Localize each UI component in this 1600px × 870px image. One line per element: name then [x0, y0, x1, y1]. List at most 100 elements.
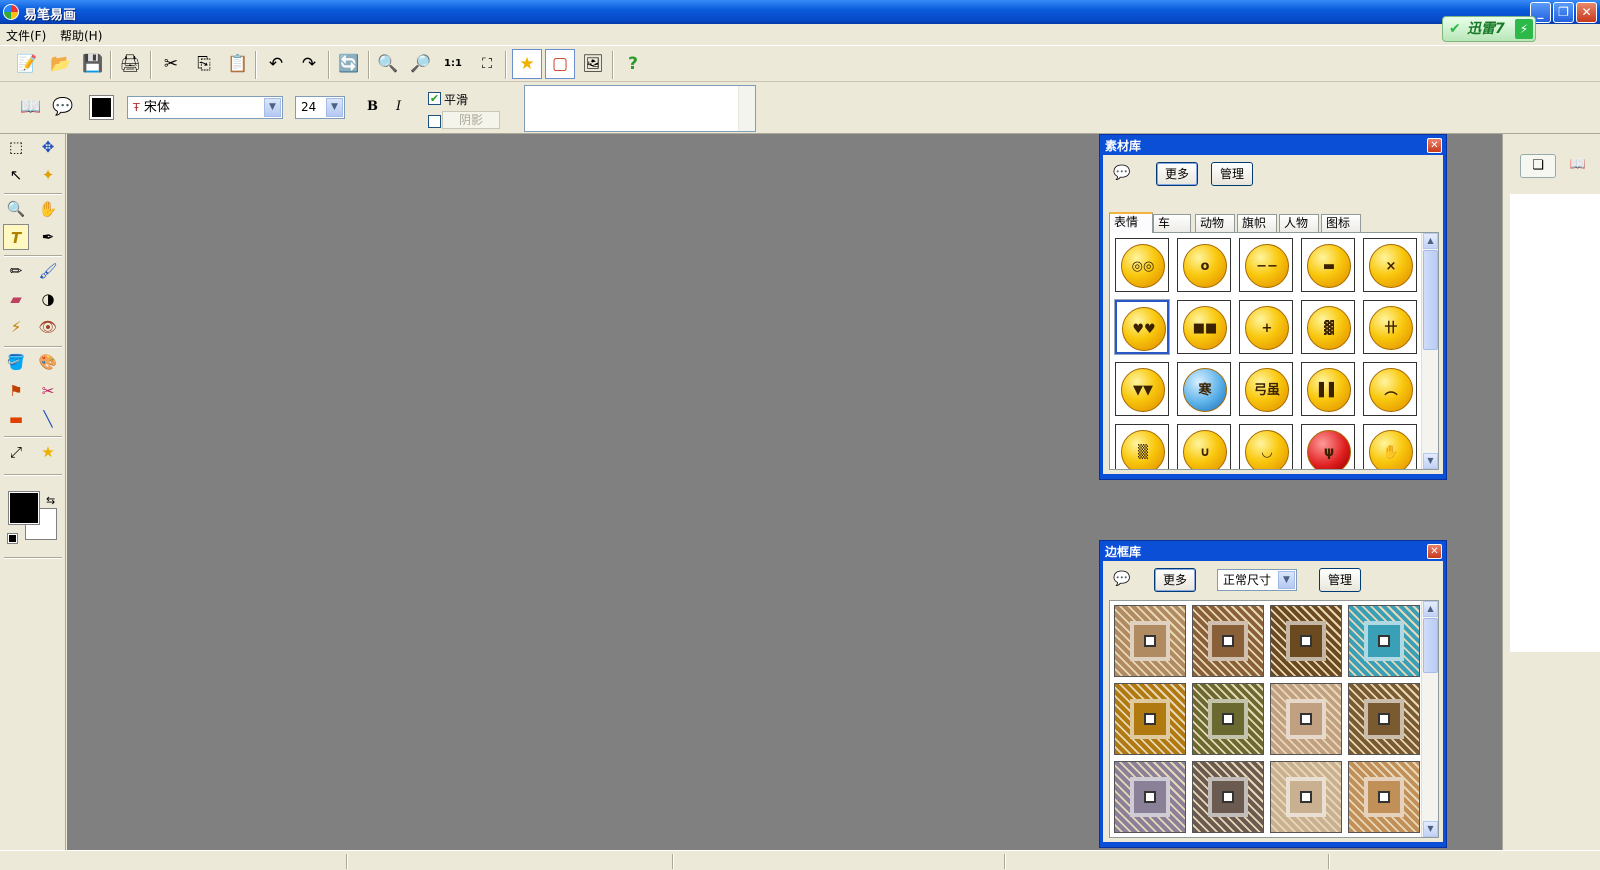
emoticon-cell[interactable]: ▌▌ — [1301, 362, 1355, 416]
chevron-down-icon[interactable]: ▼ — [264, 98, 281, 117]
redo-icon[interactable]: ↷ — [296, 51, 322, 77]
frame-cell[interactable] — [1114, 683, 1186, 755]
scroll-thumb[interactable] — [1423, 250, 1438, 350]
frame-cell[interactable] — [1192, 605, 1264, 677]
save-icon[interactable]: 💾 — [80, 51, 106, 77]
frame-scrollbar[interactable]: ▲ ▼ — [1421, 601, 1438, 837]
line-tool-icon[interactable]: ╲ — [35, 406, 61, 432]
close-icon[interactable]: ✕ — [1427, 544, 1442, 559]
contrast-icon[interactable]: ◑ — [35, 286, 61, 312]
emoticon-cell[interactable]: ψ — [1301, 424, 1355, 469]
frame-cell[interactable] — [1348, 761, 1420, 833]
emoticon-cell[interactable]: + — [1239, 300, 1293, 354]
tab-icons[interactable]: 图标 — [1321, 214, 1361, 232]
close-icon[interactable]: ✕ — [1427, 138, 1442, 153]
scroll-down-icon[interactable]: ▼ — [1423, 821, 1438, 837]
emoticon-cell[interactable]: ■■ — [1177, 300, 1231, 354]
chevron-down-icon[interactable]: ▼ — [1278, 571, 1295, 589]
frame-cell[interactable] — [1348, 683, 1420, 755]
scroll-up-icon[interactable]: ▲ — [1423, 233, 1438, 249]
frame-cell[interactable] — [1270, 605, 1342, 677]
scroll-up-icon[interactable]: ▲ — [1423, 601, 1438, 617]
italic-button[interactable]: I — [396, 99, 401, 114]
bold-button[interactable]: B — [367, 99, 378, 114]
text-input-area[interactable] — [524, 85, 756, 132]
fit-window-icon[interactable]: ⛶ — [474, 51, 500, 77]
cut-icon[interactable]: ✂ — [158, 51, 184, 77]
emoticon-cell[interactable]: 寒 — [1177, 362, 1231, 416]
tab-cars[interactable]: 车 — [1153, 214, 1191, 232]
frame-cell[interactable] — [1270, 761, 1342, 833]
tab-flags[interactable]: 旗帜 — [1237, 214, 1277, 232]
emoticon-cell[interactable]: ◎◎ — [1115, 238, 1169, 292]
frame-cell[interactable] — [1114, 761, 1186, 833]
scroll-down-icon[interactable]: ▼ — [1423, 453, 1438, 469]
frame-cell[interactable] — [1192, 761, 1264, 833]
more-button[interactable]: 更多 — [1154, 568, 1196, 592]
chevron-down-icon[interactable]: ▼ — [326, 98, 343, 117]
frame-cell[interactable] — [1192, 683, 1264, 755]
spray-icon[interactable]: ⚡ — [3, 314, 29, 340]
font-size-select[interactable]: 24 ▼ — [295, 96, 345, 119]
scroll-thumb[interactable] — [1423, 618, 1438, 673]
frame-size-select[interactable]: 正常尺寸 ▼ — [1217, 569, 1297, 591]
hand-tool-icon[interactable]: ✋ — [35, 196, 61, 222]
speech-bubble-icon[interactable]: 💬 — [1113, 165, 1130, 181]
stamp-icon[interactable]: ⚑ — [3, 378, 29, 404]
paste-icon[interactable]: 📋 — [225, 51, 251, 77]
color-replace-icon[interactable]: 🎨 — [35, 349, 61, 375]
undo-icon[interactable]: ↶ — [263, 51, 289, 77]
tab-people[interactable]: 人物 — [1279, 214, 1319, 232]
transform-icon[interactable]: ⤢ — [3, 439, 29, 465]
emoticon-cell[interactable]: ▬ — [1301, 238, 1355, 292]
emoticon-cell[interactable]: ∪ — [1177, 424, 1231, 469]
swap-colors-icon[interactable]: ⇆ — [46, 494, 55, 507]
zoom-in-icon[interactable]: 🔍 — [375, 51, 401, 77]
tab-emoticons[interactable]: 表情 — [1109, 212, 1153, 233]
speech-bubble-icon[interactable]: 💬 — [1113, 571, 1130, 587]
emoticon-cell[interactable]: × — [1363, 238, 1417, 292]
book-icon[interactable]: 📖 — [1560, 154, 1596, 178]
frame-library-icon[interactable]: ▢ — [545, 49, 575, 79]
shadow-button[interactable]: 阴影 — [442, 111, 500, 129]
eyedropper-icon[interactable]: ✒ — [35, 224, 61, 250]
reset-colors-icon[interactable] — [7, 533, 18, 544]
manage-button[interactable]: 管理 — [1211, 162, 1253, 186]
help-icon[interactable]: ? — [620, 51, 646, 77]
brush-icon[interactable]: 🖌 — [35, 258, 61, 284]
frame-cell[interactable] — [1348, 605, 1420, 677]
emoticon-cell[interactable]: o — [1177, 238, 1231, 292]
shadow-checkbox[interactable] — [428, 115, 441, 128]
magic-wand-icon[interactable]: ✦ — [35, 162, 61, 188]
refresh-icon[interactable]: 🔄 — [336, 51, 362, 77]
foreground-color[interactable] — [8, 491, 40, 525]
layers-icon[interactable]: ❏ — [1520, 154, 1556, 178]
maximize-button[interactable]: ❐ — [1553, 2, 1574, 23]
rect-select-icon[interactable]: ⬚ — [3, 134, 29, 160]
emoticon-cell[interactable]: ︵ — [1363, 362, 1417, 416]
emoticon-cell[interactable]: ▓ — [1301, 300, 1355, 354]
emoticon-cell[interactable]: ▒ — [1115, 424, 1169, 469]
print-icon[interactable]: 🖨 — [117, 51, 143, 77]
frame-cell[interactable] — [1270, 683, 1342, 755]
eraser-icon[interactable]: ▰ — [3, 286, 29, 312]
gradient-icon[interactable]: ▬ — [3, 406, 29, 432]
tab-animals[interactable]: 动物 — [1195, 214, 1235, 232]
emoticon-cell[interactable]: 弓虽 — [1239, 362, 1293, 416]
emoticon-scrollbar[interactable]: ▲ ▼ — [1421, 233, 1438, 469]
frame-cell[interactable] — [1114, 605, 1186, 677]
pointer-select-icon[interactable]: ↖ — [3, 162, 29, 188]
emoticon-cell[interactable]: ♥♥ — [1114, 299, 1170, 355]
new-file-icon[interactable]: 📝 — [14, 51, 40, 77]
menu-help[interactable]: 帮助(H) — [60, 27, 102, 44]
menu-file[interactable]: 文件(F) — [6, 27, 46, 44]
manage-button[interactable]: 管理 — [1319, 568, 1361, 592]
emoticon-cell[interactable]: ▼▼ — [1115, 362, 1169, 416]
emoticon-cell[interactable]: ✋ — [1363, 424, 1417, 469]
red-eye-icon[interactable]: 👁 — [35, 314, 61, 340]
text-area-scrollbar[interactable] — [738, 86, 755, 131]
image-library-icon[interactable]: 🖼 — [580, 51, 606, 77]
smooth-checkbox[interactable]: ✔ — [428, 92, 441, 105]
xunlei-badge[interactable]: ✔ 迅雷7 ⚡ — [1442, 16, 1536, 42]
scissors-icon[interactable]: ✂ — [35, 378, 61, 404]
